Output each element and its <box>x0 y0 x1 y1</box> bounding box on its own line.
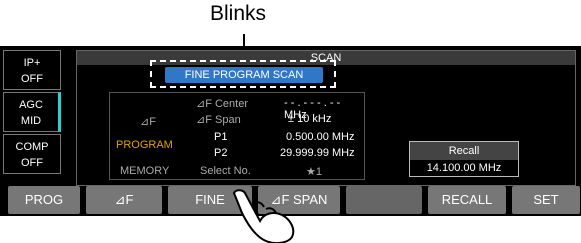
ip-plus-label: IP+ <box>23 57 41 69</box>
delta-f-row-label: ⊿F <box>140 116 156 128</box>
ip-plus-button[interactable]: IP+ OFF <box>3 50 61 90</box>
select-no-label: Select No. <box>200 165 251 177</box>
p2-value: 29.999.99 MHz <box>280 147 355 159</box>
agc-state: MID <box>20 115 42 127</box>
p1-label: P1 <box>214 131 228 143</box>
comp-button[interactable]: COMP OFF <box>3 134 61 174</box>
delta-f-center-label: ⊿F Center <box>196 98 249 110</box>
scan-settings-table: ⊿F PROGRAM MEMORY ⊿F Center - - . - - - … <box>109 92 365 180</box>
recall-frequency: 14.100.00 MHz <box>426 162 502 174</box>
empty-function-button[interactable] <box>346 186 422 214</box>
recall-box: Recall 14.100.00 MHz <box>409 141 519 177</box>
set-button[interactable]: SET <box>512 186 580 214</box>
left-sidebar: IP+ OFF AGC MID COMP OFF <box>0 46 66 186</box>
ip-plus-state: OFF <box>21 73 43 85</box>
memory-row-label: MEMORY <box>120 165 170 177</box>
select-no-value: ★1 <box>306 166 322 178</box>
recall-title: Recall <box>410 142 518 160</box>
p1-value: 0.500.00 MHz <box>286 131 355 143</box>
p2-label: P2 <box>214 147 228 159</box>
prog-button[interactable]: PROG <box>8 186 80 214</box>
comp-state: OFF <box>21 157 43 169</box>
fine-program-scan-indicator: FINE PROGRAM SCAN <box>165 67 323 83</box>
scan-screen-illustration: Blinks IP+ OFF AGC MID COMP OFF SCAN FIN… <box>0 0 581 243</box>
blinks-callout: Blinks <box>200 0 310 40</box>
comp-label: COMP <box>15 141 49 153</box>
agc-label: AGC <box>19 99 43 111</box>
delta-f-button[interactable]: ⊿F <box>86 186 162 214</box>
delta-f-span-label: ⊿F Span <box>196 114 241 126</box>
pointing-hand-icon <box>232 189 295 243</box>
recall-button[interactable]: RECALL <box>428 186 506 214</box>
delta-f-span-value: ± 10 kHz <box>288 113 332 125</box>
program-row-label: PROGRAM <box>116 139 173 151</box>
agc-button[interactable]: AGC MID <box>3 92 61 132</box>
blinks-label: Blinks <box>210 2 267 25</box>
